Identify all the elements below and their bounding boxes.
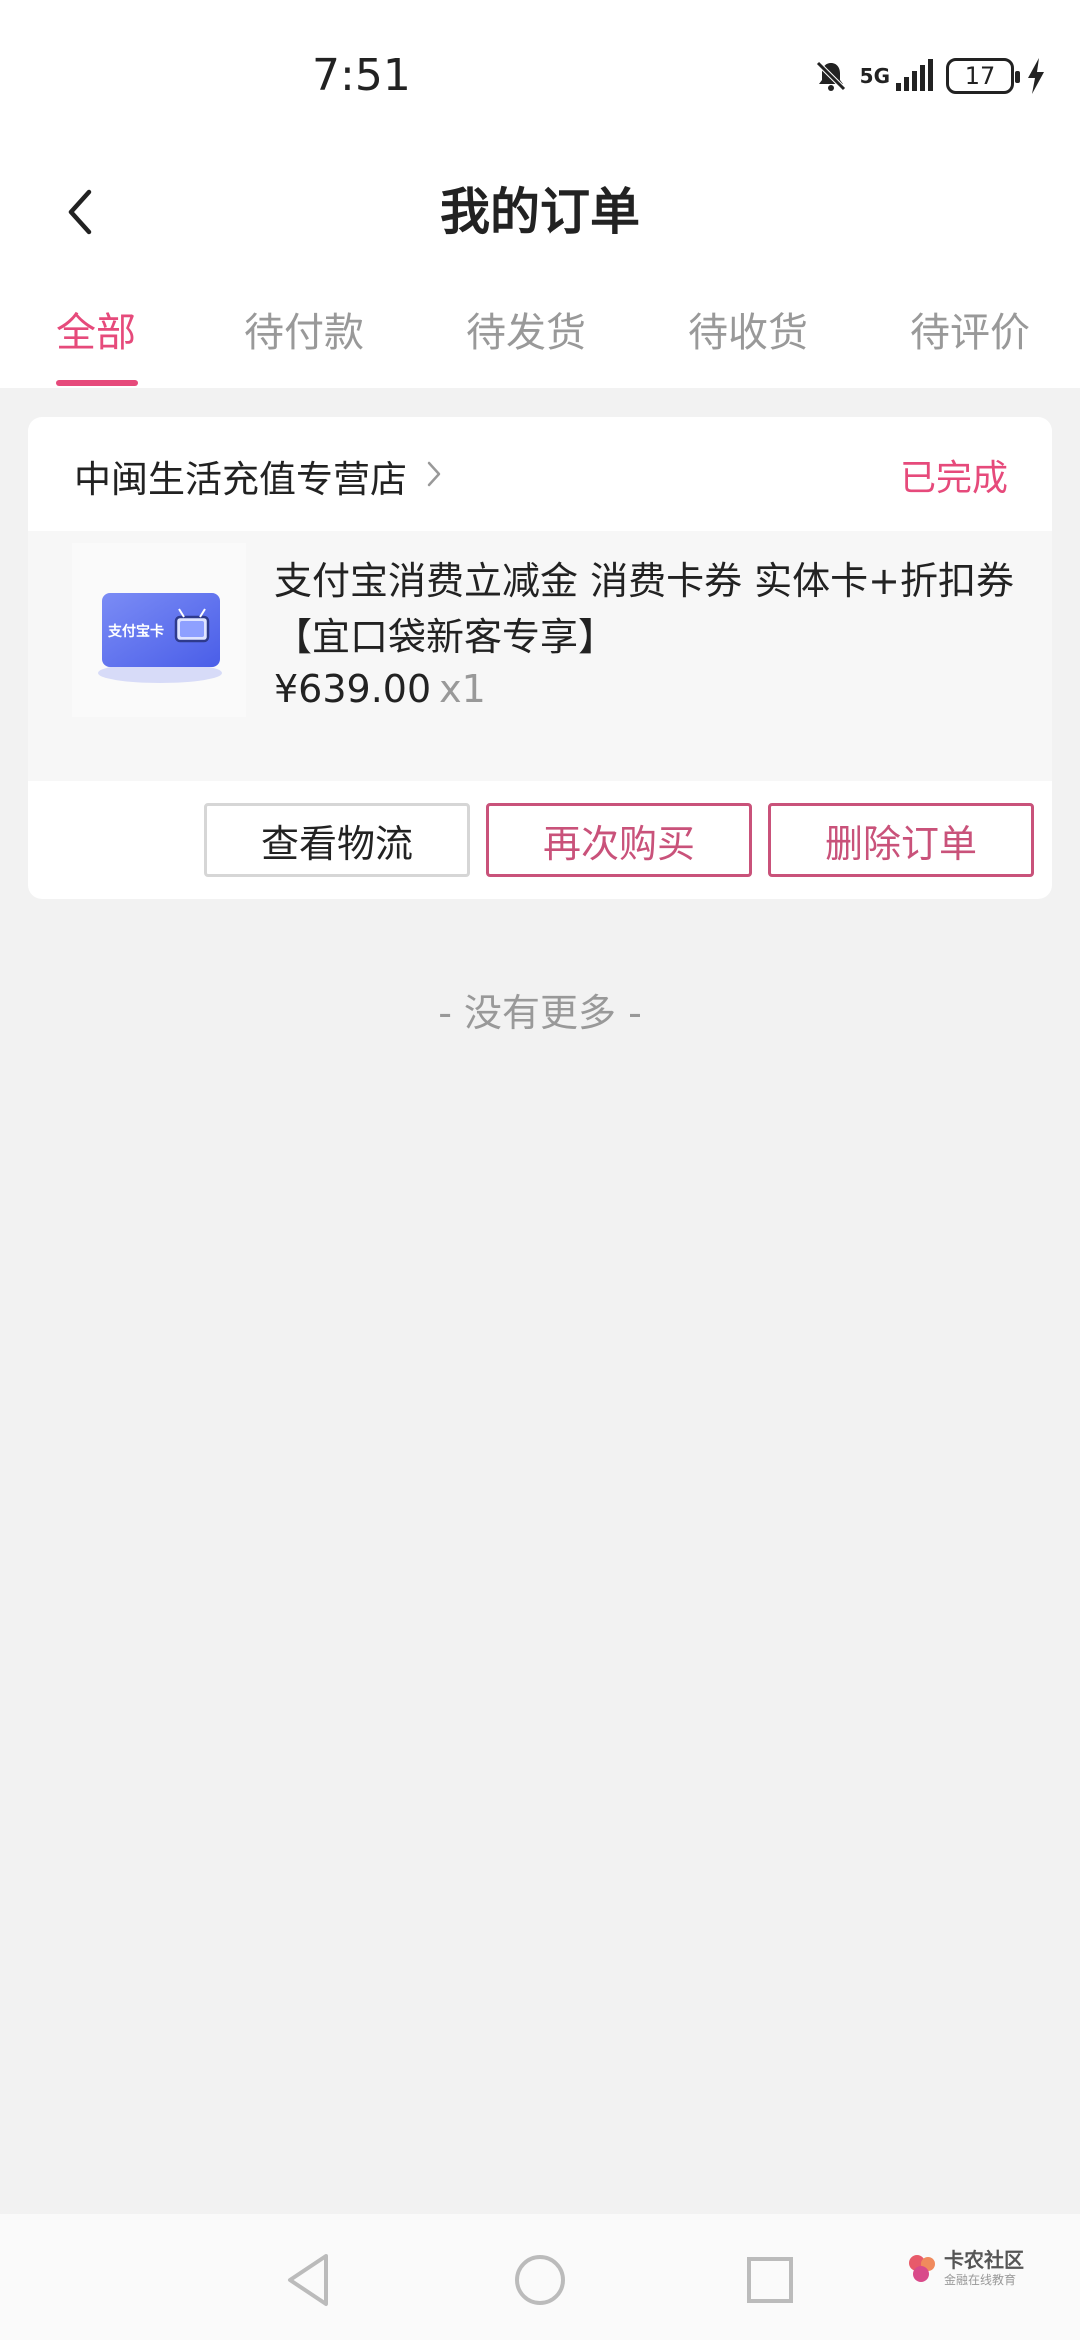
no-more-text: - 没有更多 - xyxy=(438,991,642,1035)
tab-all[interactable]: 全部 xyxy=(56,300,136,358)
product-price-row: ¥639.00 x1 xyxy=(274,667,486,711)
product-item[interactable]: 支付宝卡 支付宝消费立减金 消费卡券 实体卡+折扣券【宜口袋新客专享】 ¥639… xyxy=(28,531,1052,781)
circle-home-icon xyxy=(515,2255,565,2305)
tab-pending-receipt[interactable]: 待收货 xyxy=(688,300,808,358)
watermark-main: 卡农社区 xyxy=(944,2248,1024,2272)
watermark: 卡农社区 金融在线教育 xyxy=(906,2250,1024,2286)
delete-order-button[interactable]: 删除订单 xyxy=(768,803,1034,877)
product-quantity: x1 xyxy=(439,667,486,711)
order-actions: 查看物流 再次购买 删除订单 xyxy=(28,781,1052,899)
network-label: 5G xyxy=(859,64,890,88)
nav-recents-button[interactable] xyxy=(740,2250,800,2310)
signal-icon xyxy=(896,59,933,91)
order-status: 已完成 xyxy=(899,458,1008,499)
nav-home-button[interactable] xyxy=(510,2250,570,2310)
system-nav-bar: 卡农社区 金融在线教育 xyxy=(0,2214,1080,2340)
header: 我的订单 xyxy=(0,160,1080,260)
kanong-logo-icon xyxy=(909,2255,935,2282)
buy-again-button[interactable]: 再次购买 xyxy=(486,803,752,877)
thumb-card-text: 支付宝卡 xyxy=(107,623,164,640)
watermark-sub: 金融在线教育 xyxy=(944,2273,1017,2287)
order-card: 中闽生活充值专营店 已完成 支付宝卡 支付宝消费立减金 消费卡券 实体卡+折扣券… xyxy=(28,417,1052,899)
tab-pending-review[interactable]: 待评价 xyxy=(910,300,1030,358)
active-tab-indicator xyxy=(56,380,138,386)
order-tabs: 全部 待付款 待发货 待收货 待评价 xyxy=(0,290,1080,388)
chevron-right-icon xyxy=(427,461,441,487)
nav-back-button[interactable] xyxy=(278,2250,338,2310)
mute-bell-icon xyxy=(815,61,846,91)
product-title[interactable]: 支付宝消费立减金 消费卡券 实体卡+折扣券【宜口袋新客专享】 xyxy=(274,553,1044,665)
status-bar: 7:51 5G 17 xyxy=(0,0,1080,160)
tab-pending-payment[interactable]: 待付款 xyxy=(244,300,364,358)
battery-level: 17 xyxy=(964,62,996,90)
store-row[interactable]: 中闽生活充值专营店 已完成 xyxy=(28,417,1052,531)
alipay-card-image: 支付宝卡 xyxy=(98,593,222,683)
page-title: 我的订单 xyxy=(440,183,640,241)
view-logistics-button[interactable]: 查看物流 xyxy=(204,803,470,877)
status-icons: 5G 17 xyxy=(814,58,1046,94)
charging-bolt-icon xyxy=(1028,58,1044,94)
product-thumbnail[interactable]: 支付宝卡 xyxy=(72,543,246,717)
tab-pending-shipment[interactable]: 待发货 xyxy=(466,300,586,358)
product-price: ¥639.00 xyxy=(274,667,432,711)
battery-icon: 17 xyxy=(946,58,1020,94)
square-recents-icon xyxy=(747,2257,793,2303)
triangle-back-icon xyxy=(288,2254,328,2306)
status-time: 7:51 xyxy=(312,50,411,101)
store-name[interactable]: 中闽生活充值专营店 xyxy=(74,449,407,503)
